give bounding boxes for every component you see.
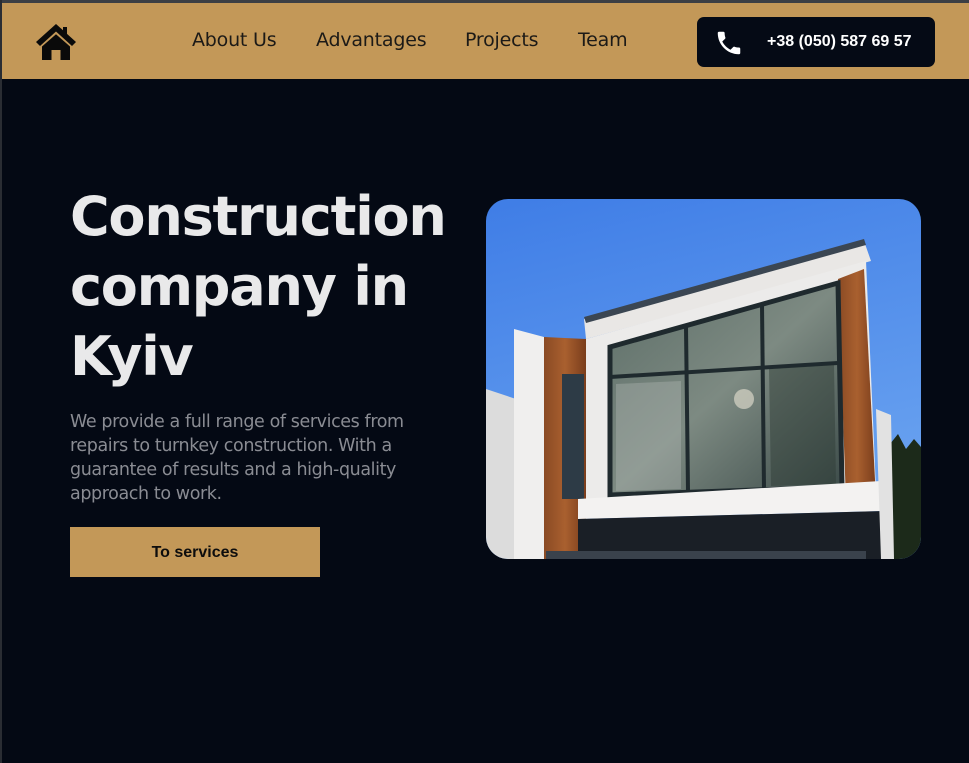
home-icon: [36, 24, 76, 60]
nav-link-advantages[interactable]: Advantages: [316, 29, 427, 51]
phone-button[interactable]: +38 (050) 587 69 57: [697, 17, 935, 67]
site-header: About Us Advantages Projects Team +38 (0…: [2, 3, 969, 79]
to-services-button[interactable]: To services: [70, 527, 320, 577]
nav-link-team[interactable]: Team: [578, 29, 628, 51]
window-left-border: [0, 0, 2, 763]
hero-building-image: [486, 199, 921, 559]
home-link[interactable]: [35, 22, 77, 62]
nav-link-projects[interactable]: Projects: [465, 29, 539, 51]
hero-description: We provide a full range of services from…: [70, 412, 404, 504]
phone-number: +38 (050) 587 69 57: [767, 33, 912, 50]
hero-title: Construction company in Kyiv: [70, 185, 447, 388]
phone-icon: [717, 31, 741, 55]
nav-link-about-us[interactable]: About Us: [192, 29, 277, 51]
